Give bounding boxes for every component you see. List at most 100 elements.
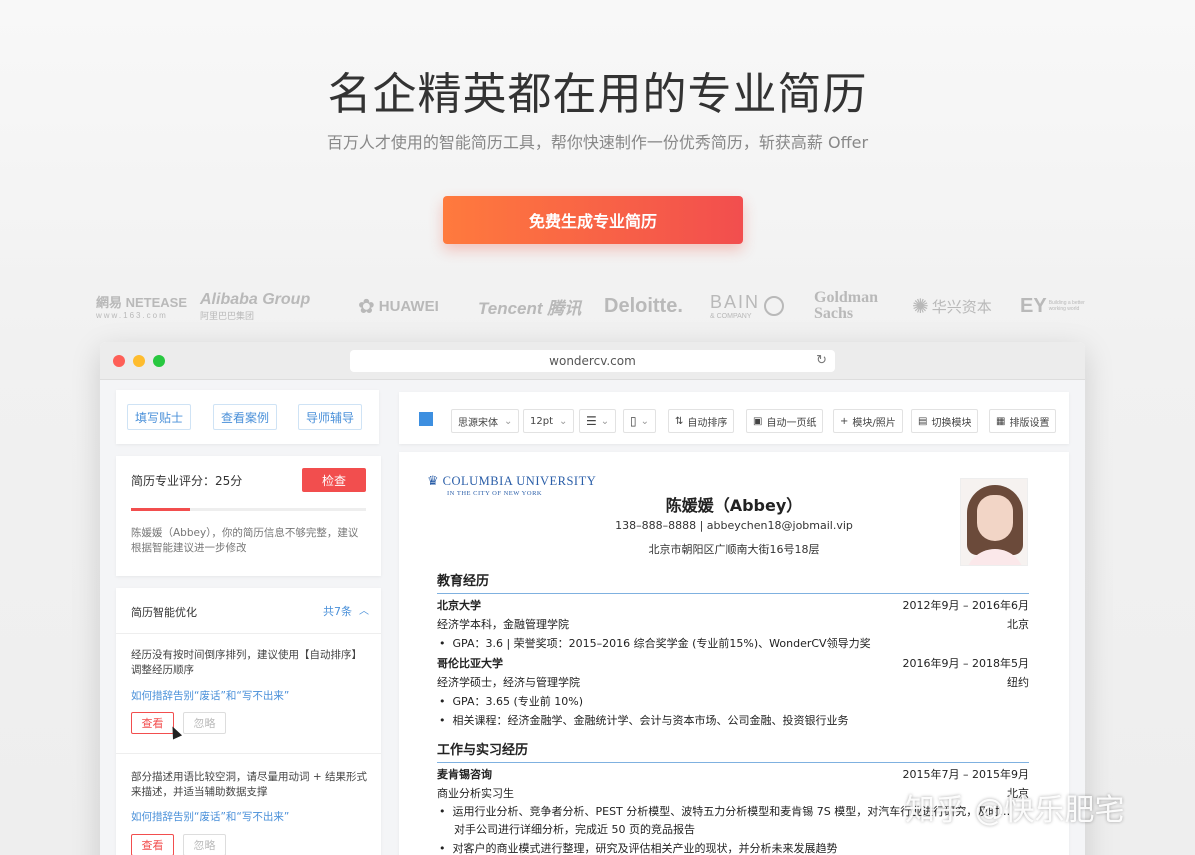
url-text: wondercv.com (549, 354, 636, 368)
size-select-value: 12pt (530, 415, 553, 427)
logo-huaxing: ✺ 华兴资本 (912, 286, 992, 326)
edu-school[interactable]: 北京大学 (437, 597, 481, 613)
section-education[interactable]: 教育经历 (437, 570, 1029, 594)
logo-huawei: ✿ HUAWEI (358, 286, 439, 326)
optimize-card: 简历智能优化 共7条 ︿ 经历没有按时间倒序排列，建议使用【自动排序】调整经历顺… (116, 588, 381, 855)
work-bullet-cont[interactable]: 对手公司进行详细分析，完成近 50 页的竞品报告 (454, 821, 695, 837)
switch-module-button[interactable]: ▤ 切换模块 (911, 409, 979, 433)
check-button[interactable]: 检查 (302, 468, 366, 492)
view-button[interactable]: 查看 (131, 834, 174, 855)
logo-goldman-sub: Sachs (814, 305, 854, 322)
line-spacing-icon: ☰ (586, 414, 597, 428)
suggestion-link[interactable]: 如何措辞告别“废话”和“写不出来” (131, 809, 289, 824)
score-label: 简历专业评分：25分 (131, 474, 243, 488)
zhihu-watermark: 知乎 @快乐肥宅 (905, 793, 1125, 828)
close-dot-icon[interactable] (113, 355, 125, 367)
logo-bain-name: BAIN (710, 292, 761, 312)
profile-photo[interactable] (960, 478, 1028, 566)
work-role[interactable]: 商业分析实习生 (437, 785, 514, 801)
logo-ey-name: EY (1020, 294, 1047, 317)
bullet-dot-icon: • (439, 637, 453, 650)
logo-alibaba-sub: 阿里巴巴集团 (200, 310, 255, 321)
edu-degree[interactable]: 经济学硕士，经济与管理学院 (437, 674, 580, 690)
hero-subtitle: 百万人才使用的智能简历工具，帮你快速制作一份优秀简历，斩获高薪 Offer (326, 133, 869, 152)
chevron-down-icon: ⌄ (559, 415, 568, 427)
line-spacing-select[interactable]: ☰ ⌄ (579, 409, 617, 433)
font-select[interactable]: 思源宋体 ⌄ (451, 409, 520, 433)
plus-icon: + (840, 415, 849, 427)
logo-deloitte: Deloitte. (604, 286, 683, 326)
logo-goldman-name: Goldman (814, 289, 879, 306)
score-card: 简历专业评分：25分 检查 陈媛媛（Abbey），你的简历信息不够完整，建议根据… (116, 456, 381, 576)
ignore-button[interactable]: 忽略 (183, 712, 226, 734)
suggestion-link[interactable]: 如何措辞告别“废话”和“写不出来” (131, 688, 289, 703)
address-bar[interactable]: wondercv.com ↻ (350, 350, 835, 372)
optimize-header[interactable]: 简历智能优化 共7条 ︿ (116, 588, 381, 634)
logo-goldman: Goldman Sachs (814, 286, 878, 326)
browser-titlebar: wondercv.com ↻ (100, 342, 1085, 380)
tab-tips[interactable]: 填写贴士 (127, 404, 191, 430)
work-bullet[interactable]: • 对客户的商业模式进行整理，研究及评估相关产业的现状，并分析未来发展趋势 (439, 840, 837, 855)
tab-mentor[interactable]: 导师辅导 (298, 404, 362, 430)
tips-tabs-card: 填写贴士 查看案例 导师辅导 (116, 390, 379, 444)
sort-icon: ⇅ (675, 415, 684, 427)
page-select[interactable]: ▯ ⌄ (623, 409, 656, 433)
huaxing-mark-icon: ✺ (912, 295, 929, 318)
cta-button[interactable]: 免费生成专业简历 (443, 196, 743, 244)
bullet-dot-icon: • (439, 805, 453, 818)
grid-icon: ▦ (996, 415, 1006, 427)
one-page-label: 自动一页纸 (766, 417, 817, 429)
logo-alibaba-name: Alibaba Group (200, 290, 311, 308)
view-button[interactable]: 查看 (131, 712, 174, 734)
hero-title: 名企精英都在用的专业简历 (327, 69, 868, 120)
one-page-button[interactable]: ▣ 自动一页纸 (746, 409, 824, 433)
module-photo-button[interactable]: + 模块/照片 (833, 409, 903, 433)
one-page-icon: ▣ (753, 415, 763, 427)
bullet-dot-icon: • (439, 695, 453, 708)
optimize-title: 简历智能优化 (131, 606, 197, 619)
huawei-flower-icon: ✿ (358, 295, 375, 318)
ignore-button[interactable]: 忽略 (183, 834, 226, 855)
edu-bullet[interactable]: • 相关课程：经济金融学、金融统计学、会计与资本市场、公司金融、投资银行业务 (439, 712, 848, 728)
font-select-value: 思源宋体 (458, 417, 498, 429)
chevron-down-icon: ⌄ (504, 415, 513, 427)
edu-degree[interactable]: 经济学本科，金融管理学院 (437, 616, 569, 632)
edu-school[interactable]: 哥伦比亚大学 (437, 655, 503, 671)
auto-sort-button[interactable]: ⇅ 自动排序 (668, 409, 735, 433)
switch-module-icon: ▤ (918, 415, 928, 427)
edu-bullet-text: 相关课程：经济金融学、金融统计学、会计与资本市场、公司金融、投资银行业务 (452, 714, 849, 727)
work-company[interactable]: 麦肯锡咨询 (437, 766, 492, 782)
browser-window: wondercv.com ↻ 填写贴士 查看案例 导师辅导 简历专业评分：25分… (100, 342, 1085, 855)
logo-huaxing-name: 华兴资本 (931, 298, 992, 316)
edu-city[interactable]: 北京 (1007, 616, 1029, 632)
edu-date[interactable]: 2012年9月 – 2016年6月 (903, 597, 1029, 613)
theme-color-swatch[interactable] (419, 412, 433, 426)
chevron-up-icon: ︿ (359, 606, 369, 617)
format-toolbar: 思源宋体 ⌄ 12pt ⌄ ☰ ⌄ ▯ ⌄ ⇅ 自动排序 ▣ 自动一页纸 + 模块/照片 ▤ 切… (399, 392, 1069, 444)
score-progress-fill (131, 508, 190, 511)
suggestion-text: 部分描述用语比较空洞，请尽量用动词 + 结果形式来描述，并适当辅助数据支撑 (131, 771, 367, 798)
edu-city[interactable]: 纽约 (1007, 674, 1029, 690)
edu-date[interactable]: 2016年9月 – 2018年5月 (903, 655, 1029, 671)
tab-cases[interactable]: 查看案例 (213, 404, 277, 430)
work-date[interactable]: 2015年7月 – 2015年9月 (903, 766, 1029, 782)
bain-compass-icon (764, 296, 785, 316)
minimize-dot-icon[interactable] (133, 355, 145, 367)
reload-icon[interactable]: ↻ (816, 353, 827, 368)
auto-sort-label: 自动排序 (687, 417, 728, 429)
layout-settings-button[interactable]: ▦ 排版设置 (989, 409, 1057, 433)
photo-face (977, 495, 1013, 541)
crown-icon: ♛ (427, 473, 439, 488)
logo-netease-sub: www.163.com (96, 311, 168, 320)
section-work[interactable]: 工作与实习经历 (437, 739, 1029, 763)
suggestion-text: 经历没有按时间倒序排列，建议使用【自动排序】调整经历顺序 (131, 649, 362, 676)
edu-bullet[interactable]: • GPA：3.6 | 荣誉奖项：2015–2016 综合奖学金 (专业前15%… (439, 635, 871, 651)
size-select[interactable]: 12pt ⌄ (523, 409, 575, 433)
maximize-dot-icon[interactable] (153, 355, 165, 367)
suggestion-item: 部分描述用语比较空洞，请尽量用动词 + 结果形式来描述，并适当辅助数据支撑 如何… (116, 754, 381, 855)
edu-bullet[interactable]: • GPA：3.65 (专业前 10%) (439, 693, 583, 709)
logo-huawei-name: HUAWEI (378, 297, 439, 315)
mouse-cursor-icon (167, 724, 183, 740)
logo-bain: BAIN & COMPANY (710, 286, 785, 326)
logo-tencent-name: Tencent 腾讯 (478, 298, 582, 318)
